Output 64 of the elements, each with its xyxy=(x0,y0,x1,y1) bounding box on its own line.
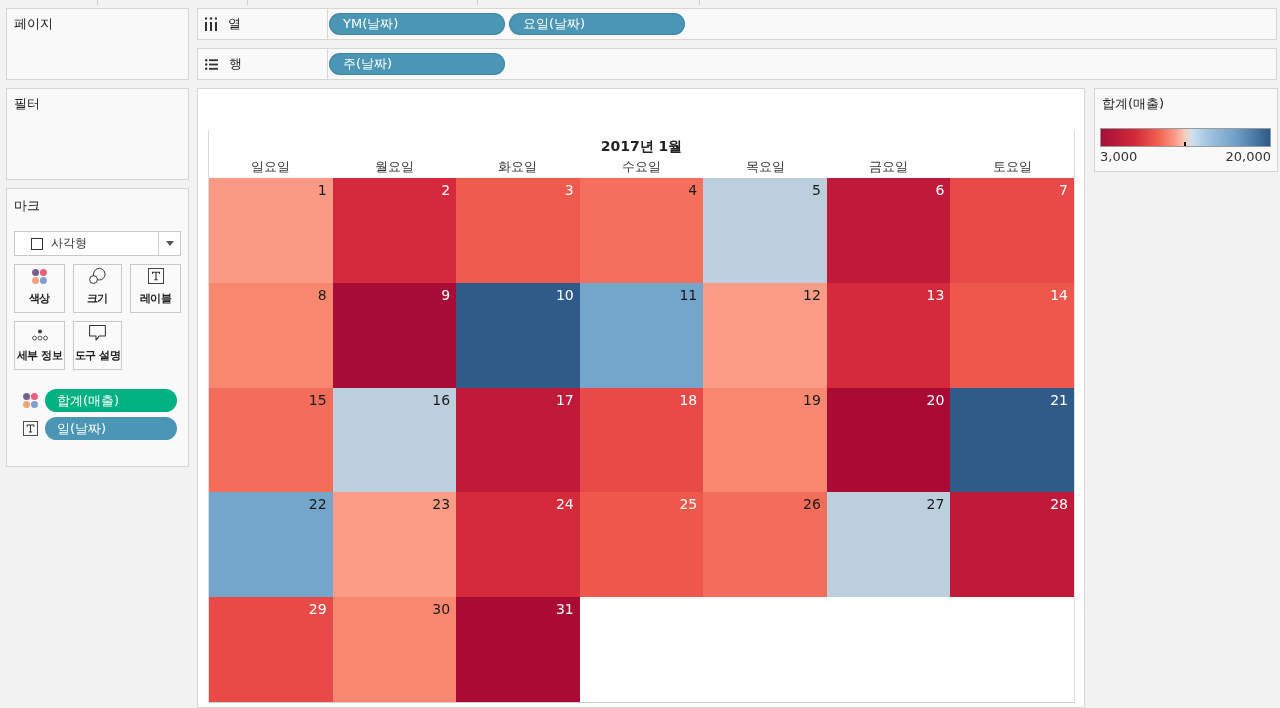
weekday-header: 금요일 xyxy=(869,158,909,175)
day-number: 4 xyxy=(688,182,698,199)
day-number: 31 xyxy=(555,601,574,619)
panel-title: 페이지 xyxy=(14,16,53,32)
day-number: 22 xyxy=(308,496,327,514)
day-number: 19 xyxy=(803,391,821,409)
day-number: 10 xyxy=(555,286,574,304)
panel-title: 마크 xyxy=(14,198,40,214)
list-icon xyxy=(205,58,218,70)
day-number: 20 xyxy=(926,391,945,409)
day-number: 15 xyxy=(308,391,327,409)
weekday-header: 일요일 xyxy=(251,158,291,175)
mark-type-dropdown[interactable]: 사각형 xyxy=(14,231,181,256)
weekday-header: 목요일 xyxy=(745,158,785,175)
day-number: 27 xyxy=(926,496,945,514)
day-number: 25 xyxy=(679,496,698,514)
text-box-icon xyxy=(22,421,38,436)
mark-card-button[interactable]: 세부 정보 xyxy=(14,321,65,370)
day-number: 9 xyxy=(441,286,451,304)
day-number: 18 xyxy=(679,391,698,409)
day-number: 30 xyxy=(432,601,451,619)
day-number: 7 xyxy=(1059,182,1068,199)
day-number: 16 xyxy=(432,391,451,409)
day-number: 21 xyxy=(1050,391,1068,409)
circles-icon xyxy=(89,268,106,284)
shelf-label: 열 xyxy=(228,16,241,32)
day-number: 2 xyxy=(441,182,451,199)
day-number: 29 xyxy=(308,601,327,619)
legend-title: 합계(매출) xyxy=(1102,96,1165,112)
day-number: 13 xyxy=(926,286,945,304)
day-number: 24 xyxy=(555,496,574,514)
day-number: 26 xyxy=(803,496,821,514)
color-dots-icon xyxy=(22,393,38,408)
color-dots-icon xyxy=(32,269,47,284)
day-number: 5 xyxy=(811,182,821,199)
day-number: 28 xyxy=(1050,496,1068,514)
weekday-header: 화요일 xyxy=(498,158,538,175)
day-number: 12 xyxy=(803,286,821,304)
day-number: 6 xyxy=(935,182,945,199)
text-box-icon xyxy=(147,268,164,284)
day-number: 1 xyxy=(317,182,327,199)
panel-title: 필터 xyxy=(14,96,40,112)
mark-card-button[interactable]: 색상 xyxy=(14,264,65,313)
dots-icon xyxy=(31,329,48,341)
weekday-header: 월요일 xyxy=(374,158,414,175)
legend-min-label: 3,000 xyxy=(1100,149,1138,165)
shelf-label: 행 xyxy=(229,56,242,72)
mark-card-button[interactable]: 레이블 xyxy=(130,264,181,313)
caret-down-icon xyxy=(165,241,174,246)
day-number: 17 xyxy=(555,391,574,409)
day-number: 8 xyxy=(317,286,327,304)
mark-card-button[interactable]: 도구 설명 xyxy=(73,321,122,370)
mark-card-button[interactable]: 크기 xyxy=(73,264,122,313)
day-number: 11 xyxy=(679,286,698,304)
day-number: 23 xyxy=(432,496,451,514)
weekday-header: 토요일 xyxy=(992,158,1032,175)
square-icon xyxy=(31,237,43,250)
columns-icon xyxy=(205,17,217,31)
speech-bubble-icon xyxy=(89,325,106,341)
weekday-header: 수요일 xyxy=(622,158,661,175)
legend-max-label: 20,000 xyxy=(1225,149,1271,165)
day-number: 14 xyxy=(1050,286,1068,304)
calendar-title: 2017년 1월 xyxy=(600,138,683,155)
day-number: 3 xyxy=(564,182,574,199)
